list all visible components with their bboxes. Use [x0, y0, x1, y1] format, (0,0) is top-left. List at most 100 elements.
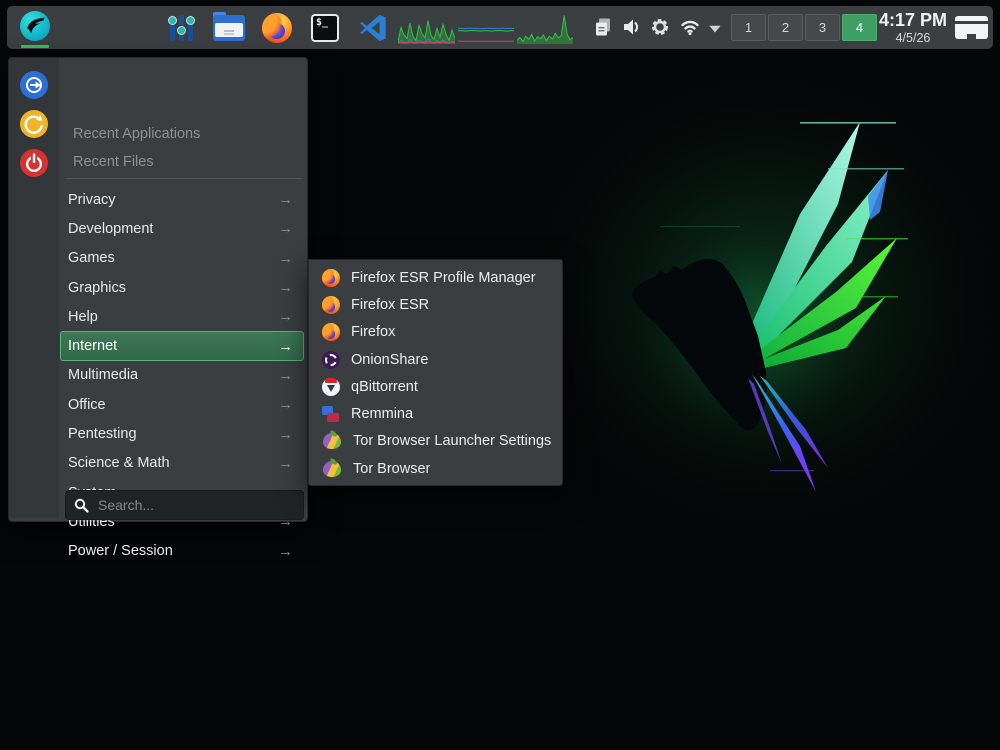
cpu-monitor-graph[interactable] [398, 14, 455, 44]
app-label: Tor Browser Launcher Settings [353, 433, 551, 449]
firefox-launcher[interactable] [262, 13, 292, 43]
firefox-icon [322, 269, 340, 287]
top-panel: $_ 1234 4:17 PM 4/5/26 [7, 6, 993, 49]
menu-category-internet[interactable]: Internet → [60, 331, 304, 360]
submenu-arrow-icon: → [278, 250, 293, 267]
onionshare-icon [322, 351, 340, 369]
submenu-item-firefox[interactable]: Firefox [309, 319, 562, 346]
menu-category-help[interactable]: Help→ [60, 302, 304, 331]
category-label: Privacy [68, 192, 116, 208]
submenu-arrow-icon: → [278, 396, 293, 413]
log-out-icon [20, 71, 48, 99]
search-box[interactable] [65, 490, 304, 520]
category-label: Science & Math [68, 455, 170, 471]
app-label: Firefox ESR Profile Manager [351, 270, 536, 286]
workspace-3[interactable]: 3 [805, 14, 840, 41]
category-label: Games [68, 250, 115, 266]
menu-category-development[interactable]: Development → [60, 214, 304, 243]
submenu-arrow-icon: → [278, 220, 293, 237]
app-label: qBittorrent [351, 379, 418, 395]
qbittorrent-icon [322, 378, 340, 396]
clock-time: 4:17 PM [875, 9, 951, 31]
file-manager-launcher[interactable] [213, 13, 245, 41]
tray-expand-chevron-icon[interactable] [709, 24, 721, 33]
submenu-arrow-icon: → [278, 543, 293, 560]
submenu-arrow-icon: → [278, 455, 293, 472]
category-label: Internet [68, 338, 117, 354]
submenu-item-firefox-esr-profile-manager[interactable]: Firefox ESR Profile Manager [309, 264, 562, 291]
terminal-icon: $_ [311, 14, 339, 42]
firefox-icon [262, 13, 292, 43]
restart-icon [20, 110, 48, 138]
tor-icon [323, 461, 341, 477]
active-indicator [21, 45, 49, 48]
shut-down-icon [20, 149, 48, 177]
log-out-button[interactable] [20, 71, 48, 99]
submenu-item-remmina[interactable]: Remmina [309, 400, 562, 427]
submenu-arrow-icon: → [278, 338, 293, 355]
applications-menu: Recent Applications Recent Files Privacy… [8, 57, 308, 522]
submenu-item-qbittorrent[interactable]: qBittorrent [309, 373, 562, 400]
search-icon [74, 498, 89, 513]
tor-icon [323, 433, 341, 449]
submenu-item-firefox-esr[interactable]: Firefox ESR [309, 291, 562, 318]
network-monitor-graph[interactable] [458, 14, 514, 44]
app-label: Remmina [351, 406, 413, 422]
category-label: Help [68, 309, 98, 325]
category-label: Graphics [68, 280, 126, 296]
firefox-icon [322, 296, 340, 314]
workspace-2[interactable]: 2 [768, 14, 803, 41]
vscode-launcher[interactable] [358, 13, 388, 48]
shut-down-button[interactable] [20, 149, 48, 177]
vscode-icon [358, 13, 388, 43]
terminal-glyph: $_ [316, 17, 328, 28]
app-label: Tor Browser [353, 461, 430, 477]
submenu-item-onionshare[interactable]: OnionShare [309, 346, 562, 373]
terminal-launcher[interactable]: $_ [311, 14, 339, 42]
app-label: Firefox ESR [351, 297, 429, 313]
workspace-1[interactable]: 1 [731, 14, 766, 41]
menu-category-graphics[interactable]: Graphics → [60, 273, 304, 302]
category-label: Development [68, 221, 153, 237]
remmina-icon [322, 405, 340, 423]
wifi-tray-icon[interactable] [680, 17, 700, 37]
parrot-logo-icon [20, 11, 50, 41]
show-desktop-button[interactable] [955, 16, 988, 39]
search-input[interactable] [96, 496, 295, 514]
menu-category-office[interactable]: Office→ [60, 390, 304, 419]
clock-date: 4/5/26 [875, 31, 951, 45]
workspace-switcher: 1234 [731, 14, 877, 41]
sliders-icon [169, 13, 195, 43]
restart-button[interactable] [20, 110, 48, 138]
submenu-item-tor-browser[interactable]: Tor Browser [309, 455, 562, 482]
internet-submenu: Firefox ESR Profile Manager Firefox ESR Fi… [308, 259, 563, 486]
submenu-arrow-icon: → [278, 426, 293, 443]
volume-tray-icon[interactable] [621, 17, 641, 37]
menu-category-power-session[interactable]: Power / Session → [60, 537, 304, 566]
recent-files-item[interactable]: Recent Files [73, 149, 293, 176]
menu-category-games[interactable]: Games → [60, 244, 304, 273]
recent-applications-item[interactable]: Recent Applications [73, 121, 293, 148]
menu-category-privacy[interactable]: Privacy → [60, 185, 304, 214]
menu-category-science-math[interactable]: Science & Math → [60, 449, 304, 478]
submenu-arrow-icon: → [278, 279, 293, 296]
submenu-list: Firefox ESR Profile Manager Firefox ESR Fi… [309, 264, 562, 482]
app-label: OnionShare [351, 352, 428, 368]
settings-gear-tray-icon[interactable] [650, 17, 670, 37]
clipboard-tray-icon[interactable] [593, 17, 613, 37]
menu-category-multimedia[interactable]: Multimedia → [60, 361, 304, 390]
category-label: Multimedia [68, 367, 138, 383]
app-menu-button[interactable] [16, 6, 54, 49]
disk-monitor-graph[interactable] [517, 14, 573, 44]
category-label: Power / Session [68, 543, 173, 559]
submenu-item-tor-browser-launcher-settings[interactable]: Tor Browser Launcher Settings [309, 428, 562, 455]
submenu-arrow-icon: → [278, 367, 293, 384]
settings-manager-launcher[interactable] [169, 13, 195, 43]
clock[interactable]: 4:17 PM 4/5/26 [875, 9, 951, 45]
menu-category-pentesting[interactable]: Pentesting→ [60, 419, 304, 448]
folder-icon [213, 15, 245, 41]
workspace-4[interactable]: 4 [842, 14, 877, 41]
menu-separator [66, 178, 302, 179]
submenu-arrow-icon: → [278, 191, 293, 208]
app-label: Firefox [351, 324, 395, 340]
